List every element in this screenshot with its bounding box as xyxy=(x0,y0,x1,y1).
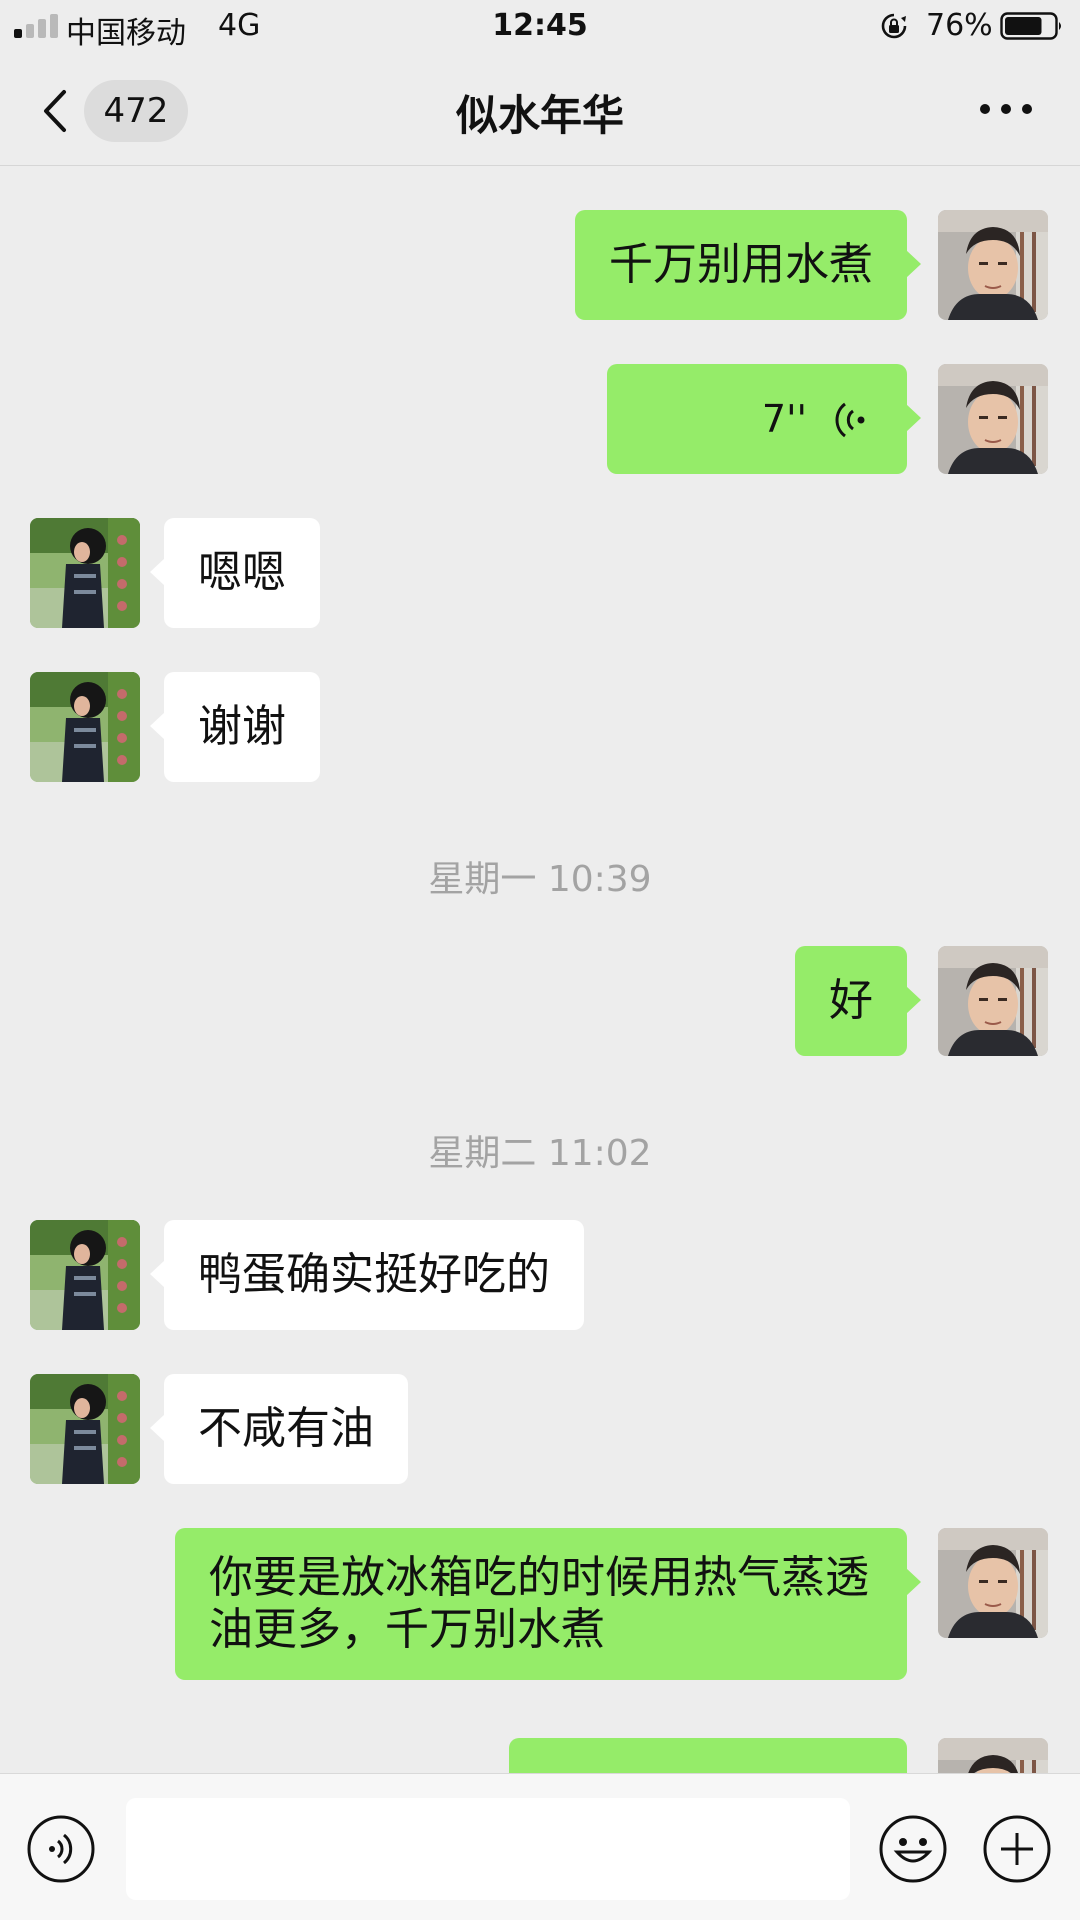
emoji-button[interactable] xyxy=(878,1814,948,1884)
plus-icon xyxy=(983,1815,1051,1883)
contact-avatar[interactable] xyxy=(30,672,140,782)
chat-input-bar xyxy=(0,1773,1080,1920)
my-avatar[interactable] xyxy=(938,210,1048,320)
time-divider: 星期二 11:02 xyxy=(428,1133,652,1174)
voice-toggle-button[interactable] xyxy=(26,1814,96,1884)
message-bubble[interactable]: 嗯嗯 xyxy=(150,518,320,628)
my-avatar[interactable] xyxy=(938,946,1048,1056)
message-bubble[interactable]: 你要是放冰箱吃的时候用热气蒸透油更多，千万别水煮 xyxy=(175,1528,921,1680)
rotation-lock-icon xyxy=(881,13,907,39)
contact-avatar[interactable] xyxy=(30,1220,140,1330)
status-time: 12:45 xyxy=(492,8,588,43)
voice-duration: 7'' xyxy=(761,397,807,441)
chat-message-list[interactable]: 千万别用水煮 7'' 嗯嗯 谢谢 星期一 10:39 好 星期二 11:02 鸭… xyxy=(0,167,1080,1773)
contact-avatar[interactable] xyxy=(30,1374,140,1484)
emoji-icon xyxy=(879,1815,947,1883)
voice-wave-icon xyxy=(835,402,865,438)
time-divider: 星期一 10:39 xyxy=(428,859,652,900)
more-button[interactable] xyxy=(976,88,1036,128)
my-avatar[interactable] xyxy=(938,1528,1048,1638)
battery-percentage: 76% xyxy=(926,8,993,43)
my-avatar[interactable] xyxy=(938,1738,1048,1773)
chat-title: 似水年华 xyxy=(455,91,624,140)
status-bar: 中国移动 4G 12:45 76% xyxy=(0,0,1080,52)
message-bubble[interactable]: 谢谢 xyxy=(150,672,320,782)
voice-message-bubble[interactable]: 7'' xyxy=(607,364,921,474)
message-bubble[interactable] xyxy=(509,1738,907,1773)
message-bubble[interactable]: 好 xyxy=(795,946,921,1056)
plus-button[interactable] xyxy=(982,1814,1052,1884)
message-input[interactable] xyxy=(126,1798,850,1900)
battery-icon xyxy=(1000,12,1061,40)
chat-header: 472 似水年华 xyxy=(0,52,1080,166)
message-bubble[interactable]: 千万别用水煮 xyxy=(575,210,921,320)
my-avatar[interactable] xyxy=(938,364,1048,474)
voice-toggle-icon xyxy=(27,1815,95,1883)
message-bubble[interactable]: 不咸有油 xyxy=(150,1374,408,1484)
message-bubble[interactable]: 鸭蛋确实挺好吃的 xyxy=(150,1220,584,1330)
contact-avatar[interactable] xyxy=(30,518,140,628)
